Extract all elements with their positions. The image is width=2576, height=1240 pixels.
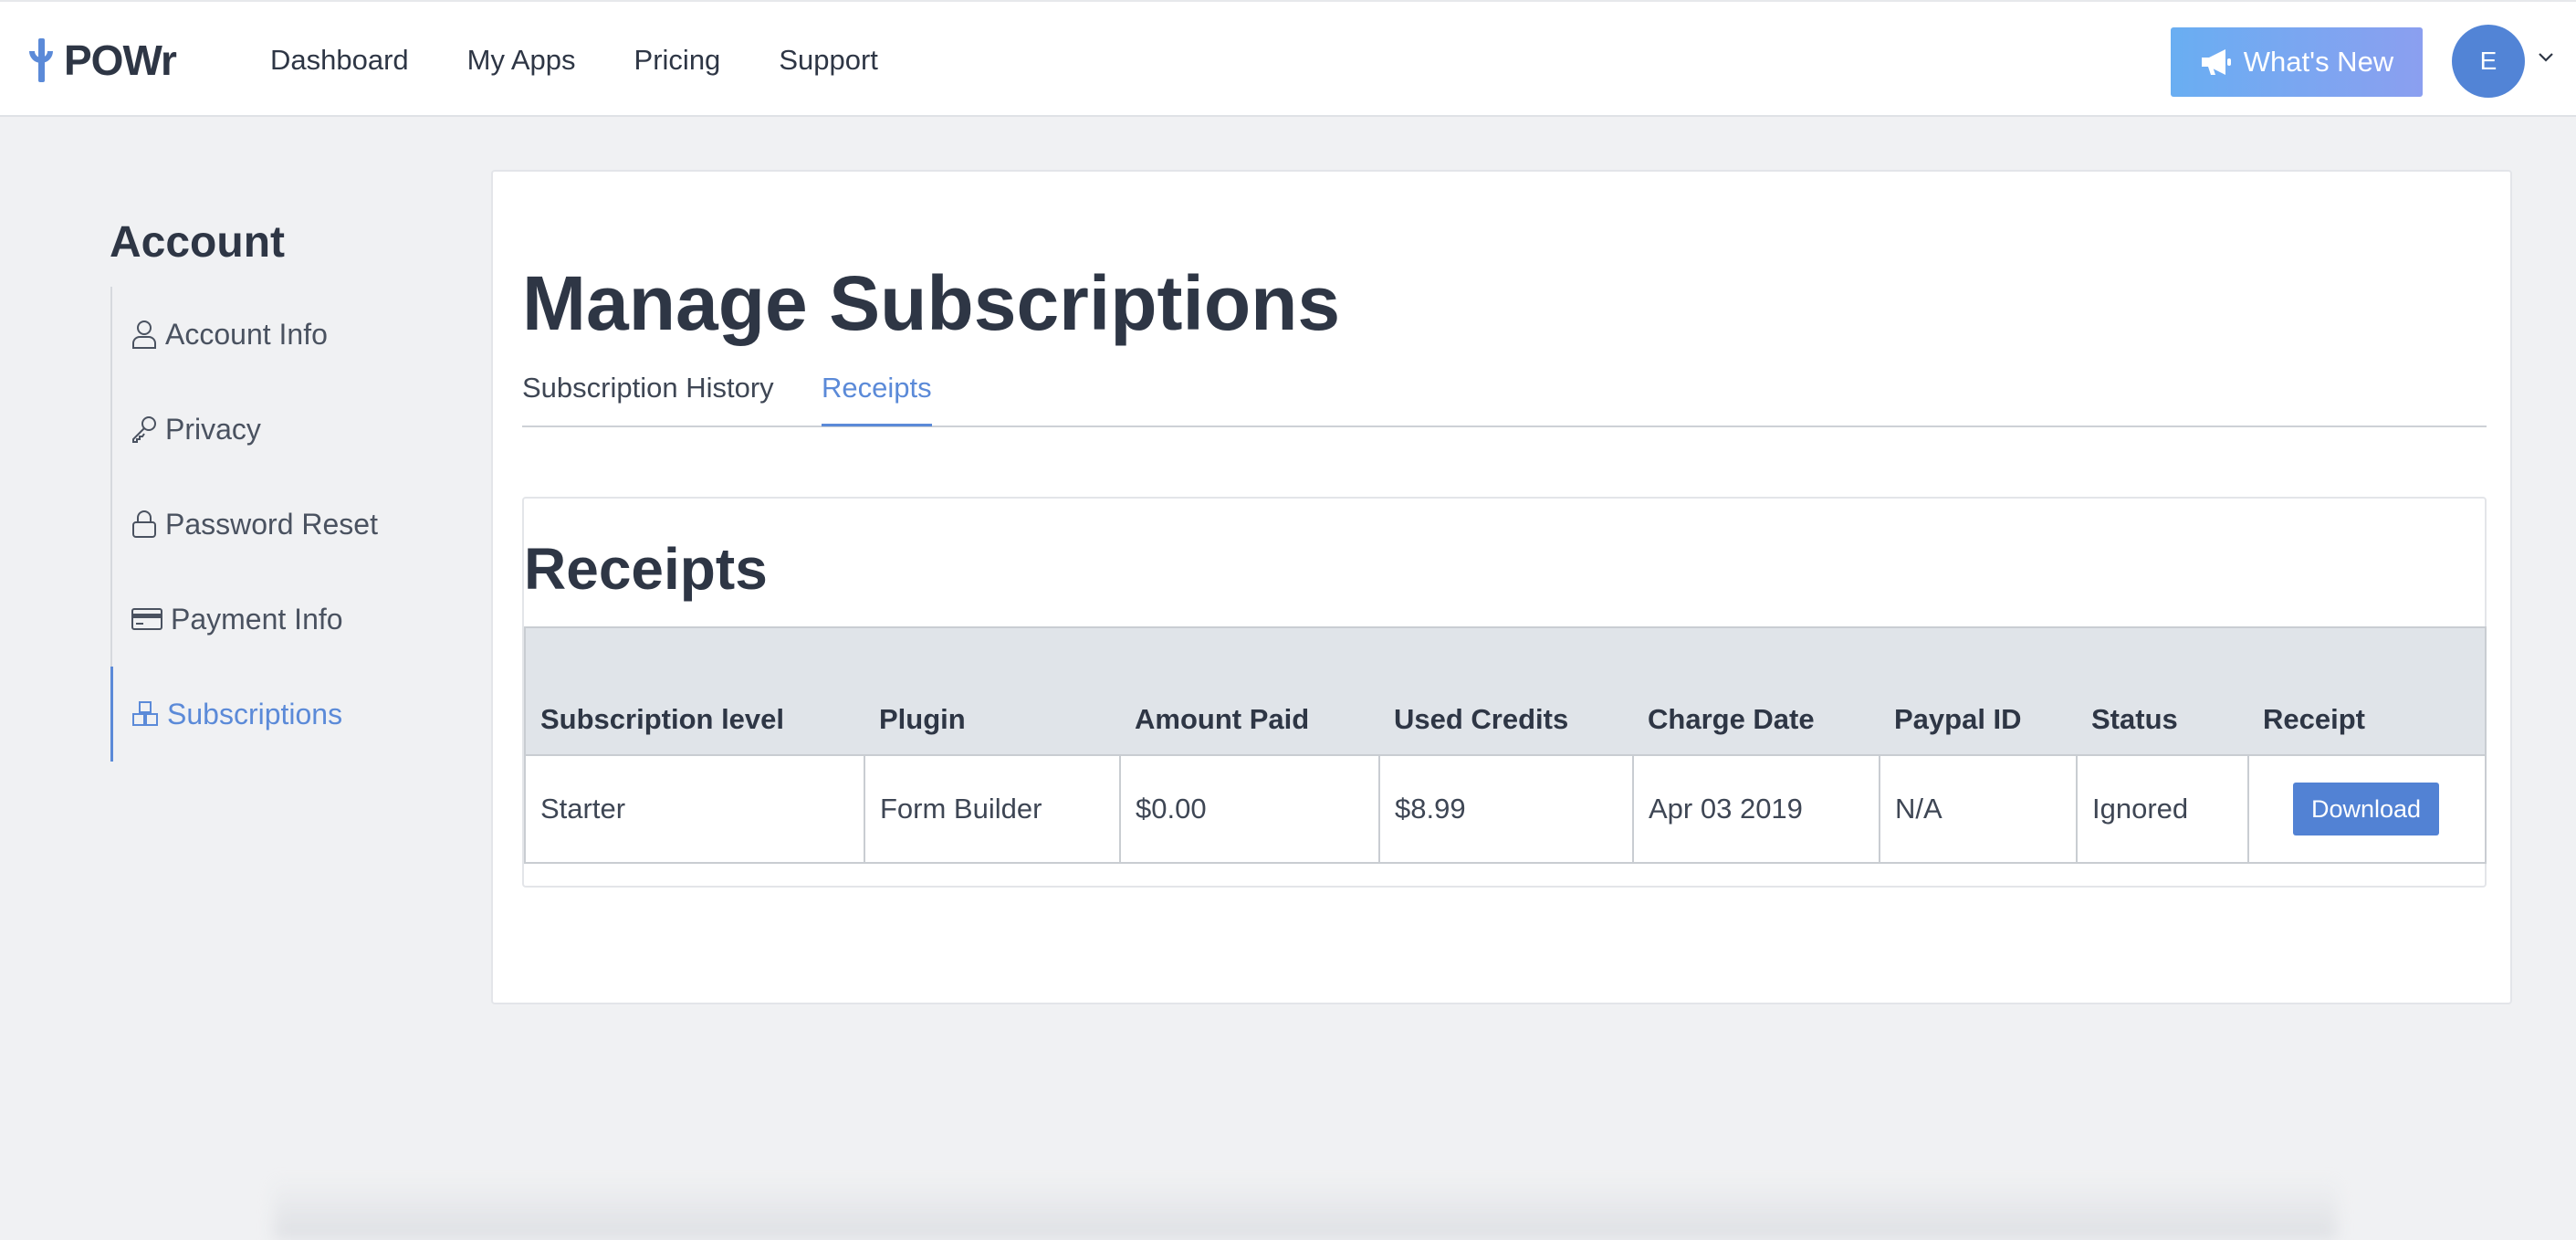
nav-dashboard[interactable]: Dashboard: [270, 42, 409, 79]
column-header: Plugin: [864, 626, 1120, 756]
powr-logo[interactable]: POWr: [24, 35, 177, 86]
cell-used-credits: $8.99: [1378, 754, 1634, 864]
tab-subscription-history[interactable]: Subscription History: [522, 367, 774, 409]
column-header: Used Credits: [1379, 626, 1633, 756]
nav-support[interactable]: Support: [779, 42, 878, 79]
user-avatar[interactable]: E: [2452, 25, 2525, 98]
sidebar-item-account-info[interactable]: Account Info: [112, 287, 386, 382]
receipts-table: Subscription level Plugin Amount Paid Us…: [524, 626, 2487, 864]
main-content-card: Manage Subscriptions Subscription Histor…: [491, 170, 2512, 1004]
cell-amount-paid: $0.00: [1119, 754, 1380, 864]
receipts-panel: Receipts Subscription level Plugin Amoun…: [522, 497, 2487, 888]
brand-name: POWr: [64, 37, 177, 84]
bottom-shadow: [274, 1178, 2337, 1240]
column-header: Paypal ID: [1880, 626, 2077, 756]
page-title: Manage Subscriptions: [522, 260, 1341, 346]
user-icon: [132, 321, 156, 349]
sidebar-item-label: Payment Info: [171, 602, 343, 636]
cell-plugin: Form Builder: [864, 754, 1121, 864]
cell-charge-date: Apr 03 2019: [1632, 754, 1880, 864]
nav-my-apps[interactable]: My Apps: [467, 42, 576, 79]
cell-status: Ignored: [2076, 754, 2249, 864]
receipts-title: Receipts: [524, 536, 768, 602]
lock-icon: [132, 510, 156, 538]
whats-new-button[interactable]: What's New: [2171, 27, 2423, 97]
subscription-tabs: Subscription History Receipts: [522, 367, 2487, 427]
chevron-down-icon[interactable]: [2538, 52, 2554, 63]
sidebar-title: Account: [110, 218, 285, 267]
table-row: Starter Form Builder $0.00 $8.99 Apr 03 …: [524, 754, 2487, 864]
sidebar-item-subscriptions[interactable]: Subscriptions: [110, 667, 386, 762]
column-header: Receipt: [2248, 626, 2487, 756]
column-header: Status: [2077, 626, 2248, 756]
cubes-icon: [132, 701, 158, 726]
account-sidebar: Account Info Privacy Password Reset Paym…: [110, 287, 386, 762]
top-navbar: POWr Dashboard My Apps Pricing Support W…: [0, 0, 2576, 117]
column-header: Subscription level: [524, 626, 864, 756]
download-receipt-button[interactable]: Download: [2293, 783, 2439, 835]
column-header: Amount Paid: [1120, 626, 1379, 756]
sidebar-item-payment-info[interactable]: Payment Info: [112, 572, 386, 667]
powr-logo-icon: [29, 38, 53, 82]
whats-new-label: What's New: [2243, 46, 2394, 78]
credit-card-icon: [131, 608, 162, 630]
column-header: Charge Date: [1633, 626, 1880, 756]
sidebar-item-label: Subscriptions: [167, 697, 343, 730]
cell-paypal-id: N/A: [1879, 754, 2078, 864]
megaphone-icon: [2201, 49, 2231, 75]
sidebar-item-password-reset[interactable]: Password Reset: [112, 477, 386, 572]
key-icon: [132, 416, 156, 443]
sidebar-item-label: Password Reset: [165, 507, 378, 541]
main-nav: Dashboard My Apps Pricing Support: [270, 42, 937, 79]
sidebar-item-privacy[interactable]: Privacy: [112, 382, 386, 477]
sidebar-item-label: Privacy: [165, 412, 261, 446]
cell-subscription-level: Starter: [524, 754, 865, 864]
cell-receipt: Download: [2247, 754, 2487, 864]
tab-receipts[interactable]: Receipts: [822, 367, 932, 426]
table-header-row: Subscription level Plugin Amount Paid Us…: [524, 626, 2487, 756]
sidebar-item-label: Account Info: [165, 317, 328, 351]
nav-pricing[interactable]: Pricing: [634, 42, 721, 79]
